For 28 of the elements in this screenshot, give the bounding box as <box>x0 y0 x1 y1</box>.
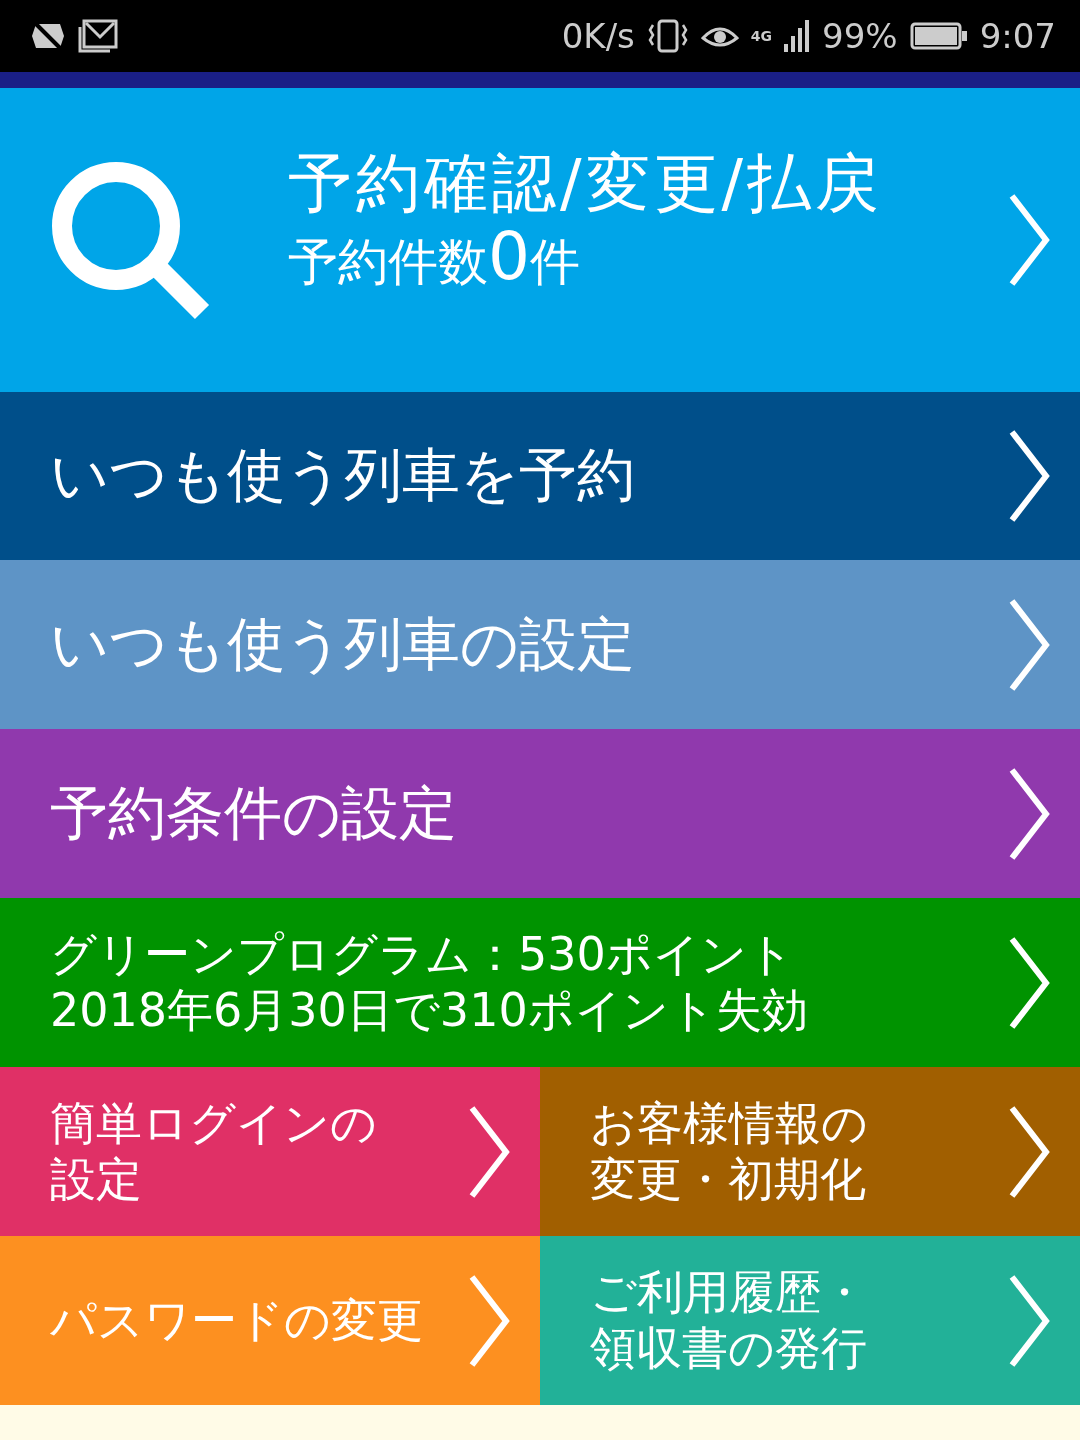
menu-tile[interactable]: パスワードの変更 <box>0 1236 540 1405</box>
menu-tile[interactable]: いつも使う列車を予約 <box>0 392 1080 560</box>
menu-tile[interactable]: いつも使う列車の設定 <box>0 560 1080 729</box>
vibrate-icon <box>646 19 689 53</box>
menu-tile[interactable]: 予約条件の設定 <box>0 729 1080 898</box>
tile-label: 予約条件の設定 <box>50 778 458 849</box>
menu-tile[interactable]: 簡単ログインの 設定 <box>0 1067 540 1236</box>
network-speed: 0K/s <box>561 16 635 56</box>
search-icon <box>50 160 210 320</box>
tile-title: 予約確認/変更/払戻 <box>288 146 885 221</box>
tile-label: お客様情報の 変更・初期化 <box>590 1096 869 1207</box>
menu-tile[interactable]: グリーンプログラム：530ポイント 2018年6月30日で310ポイント失効 <box>0 898 1080 1067</box>
signal-icon <box>784 20 811 52</box>
reservation-check-tile[interactable]: 予約確認/変更/払戻 予約件数0件 <box>0 88 1080 392</box>
clock: 9:07 <box>979 16 1056 56</box>
battery-icon <box>909 22 968 50</box>
tile-label: いつも使う列車を予約 <box>50 441 636 511</box>
tile-label: グリーンプログラム：530ポイント 2018年6月30日で310ポイント失効 <box>50 927 809 1038</box>
tile-label: いつも使う列車の設定 <box>50 609 636 680</box>
tile-label: 簡単ログインの 設定 <box>50 1096 378 1207</box>
tile-label: ご利用履歴・ 領収書の発行 <box>590 1265 868 1376</box>
battery-percent: 99% <box>822 16 898 56</box>
menu-tile[interactable]: ご利用履歴・ 領収書の発行 <box>540 1236 1080 1405</box>
mail-icon <box>78 19 118 53</box>
menu-tile[interactable]: お客様情報の 変更・初期化 <box>540 1067 1080 1236</box>
tile-label: パスワードの変更 <box>50 1292 424 1349</box>
network-type: 4G <box>750 28 773 44</box>
reservation-count: 予約件数0件 <box>288 220 581 294</box>
